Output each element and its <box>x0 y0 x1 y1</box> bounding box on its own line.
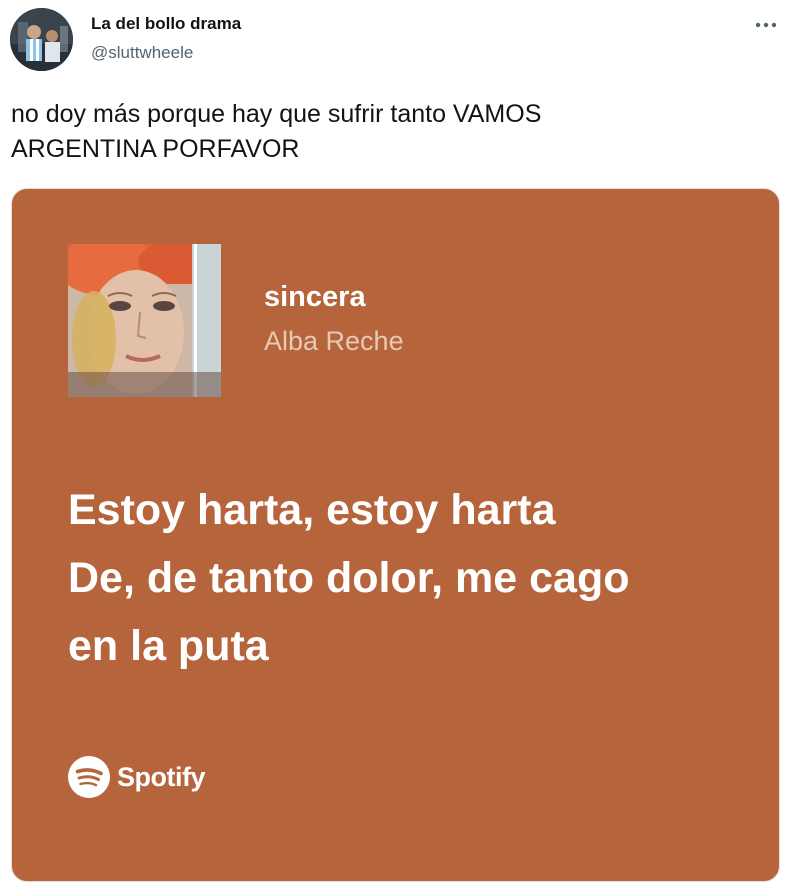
lyric-line: en la puta <box>68 622 269 670</box>
user-avatar-icon <box>10 8 73 71</box>
more-options-button[interactable] <box>748 10 784 40</box>
tweet-text: no doy más porque hay que sufrir tanto V… <box>11 97 751 167</box>
song-title: sincera <box>264 281 366 313</box>
album-cover-icon <box>68 244 221 397</box>
author-avatar[interactable] <box>10 8 73 71</box>
author-handle[interactable]: @sluttwheele <box>91 43 193 63</box>
spotify-wordmark: Spotify <box>117 761 206 792</box>
tweet-text-line: no doy más porque hay que sufrir tanto V… <box>11 100 542 128</box>
song-artist: Alba Reche <box>264 326 404 356</box>
lyric-line: Estoy harta, estoy harta <box>68 486 556 534</box>
spotify-lyrics-card[interactable]: sincera Alba Reche Estoy harta, estoy ha… <box>11 188 780 882</box>
author-display-name[interactable]: La del bollo drama <box>91 14 241 34</box>
spotify-icon <box>68 756 110 798</box>
lyric-line: De, de tanto dolor, me cago <box>68 554 630 602</box>
more-icon <box>755 22 777 28</box>
spotify-logo: Spotify <box>68 756 206 798</box>
album-cover <box>68 244 221 397</box>
tweet-text-line: ARGENTINA PORFAVOR <box>11 135 300 163</box>
lyrics-block: Estoy harta, estoy harta De, de tanto do… <box>68 476 758 680</box>
